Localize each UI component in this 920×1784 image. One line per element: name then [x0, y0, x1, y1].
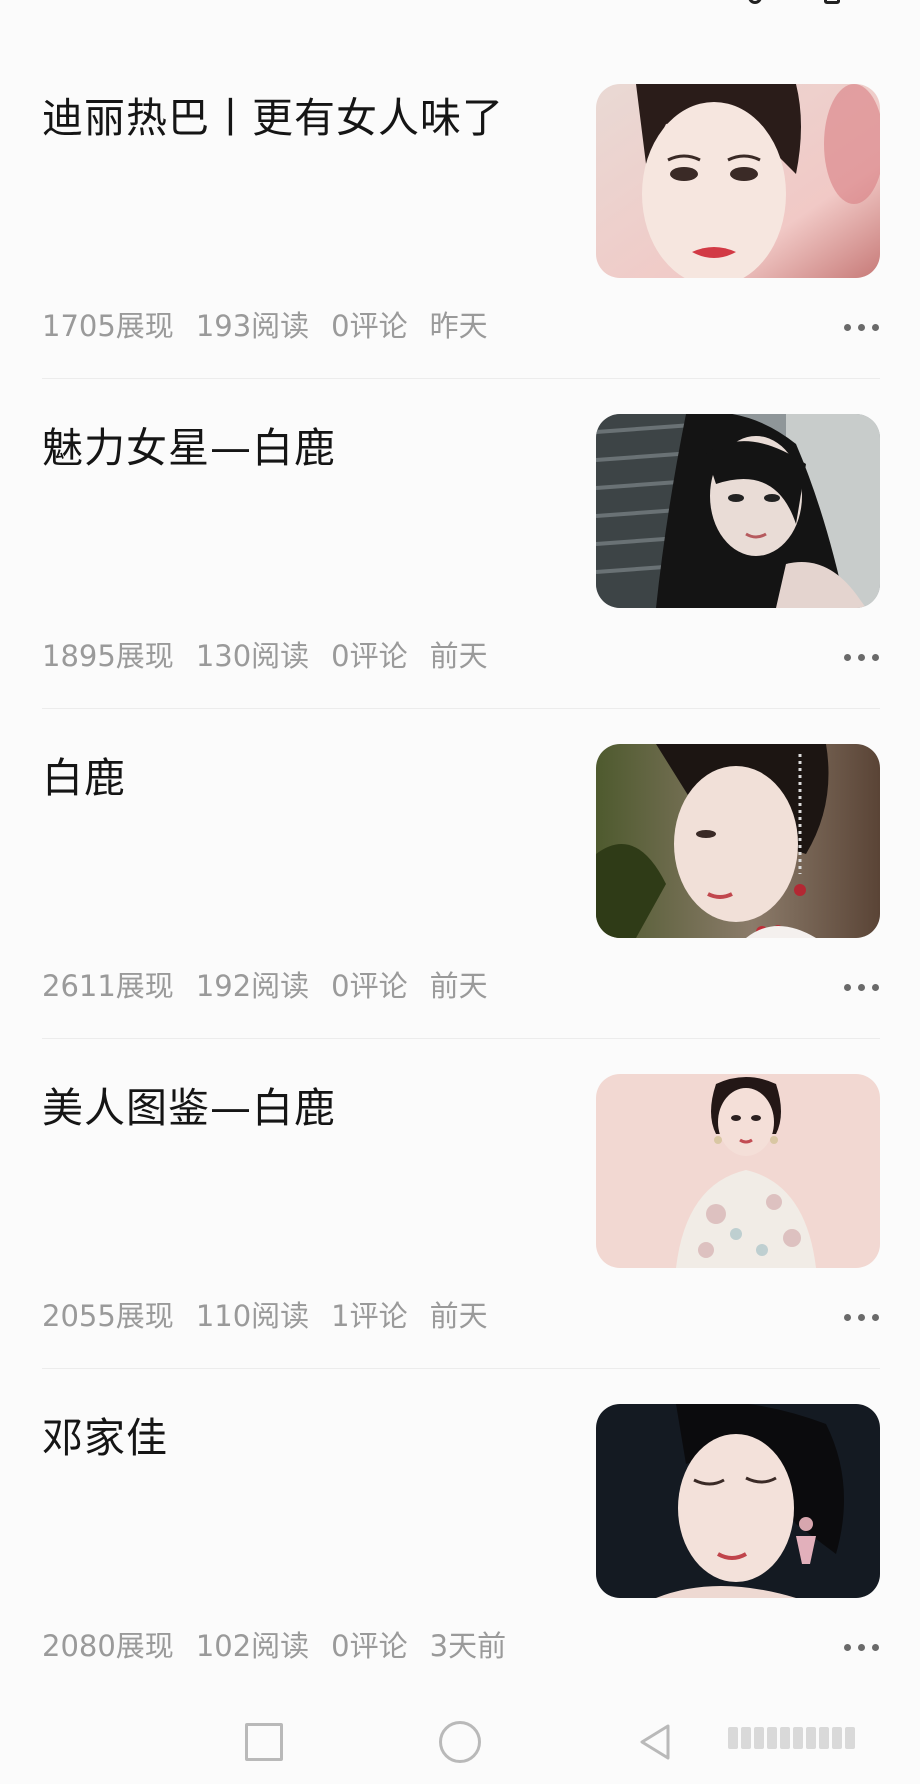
portrait-image [596, 84, 880, 278]
reads-count: 102阅读 [195, 1629, 310, 1663]
article-thumbnail[interactable] [596, 1074, 880, 1268]
article-stats: 1705展现 193阅读 0评论 昨天 [42, 306, 488, 346]
article-title[interactable]: 美人图鉴—白鹿 [42, 1084, 562, 1133]
article-thumbnail[interactable] [596, 1404, 880, 1598]
article-thumbnail[interactable] [596, 414, 880, 608]
square-icon[interactable] [236, 1714, 292, 1770]
reads-count: 110阅读 [195, 1299, 310, 1333]
comments-count: 1评论 [331, 1299, 408, 1333]
comments-count: 0评论 [331, 639, 408, 673]
watermark [728, 1722, 876, 1754]
status-bar-fragment [0, 0, 920, 20]
impressions-count: 1705展现 [42, 309, 174, 343]
divider [42, 1368, 880, 1369]
portrait-image [596, 1074, 880, 1268]
portrait-image [596, 744, 880, 938]
article-item[interactable]: 魅力女星—白鹿 1895展现 130阅读 0评论 前天 [0, 414, 920, 744]
reads-count: 130阅读 [195, 639, 310, 673]
more-dots-icon[interactable] [836, 640, 886, 674]
article-item[interactable]: 邓家佳 2080展现 102阅读 0评论 3天前 [0, 1404, 920, 1734]
impressions-count: 2080展现 [42, 1629, 174, 1663]
triangle-back-icon[interactable] [628, 1714, 684, 1770]
comments-count: 0评论 [331, 1629, 408, 1663]
article-title[interactable]: 白鹿 [42, 754, 562, 803]
article-stats: 2611展现 192阅读 0评论 前天 [42, 966, 488, 1006]
article-item[interactable]: 白鹿 2611展现 192阅读 0评论 前天 [0, 744, 920, 1074]
article-title[interactable]: 迪丽热巴丨更有女人味了 [42, 94, 562, 143]
menu-icon[interactable] [824, 0, 840, 4]
article-title[interactable]: 魅力女星—白鹿 [42, 424, 562, 473]
divider [42, 1038, 880, 1039]
divider [42, 708, 880, 709]
more-dots-icon[interactable] [836, 1630, 886, 1664]
publish-time: 3天前 [429, 1629, 507, 1663]
circle-icon[interactable] [432, 1714, 488, 1770]
more-dots-icon[interactable] [836, 1300, 886, 1334]
publish-time: 前天 [429, 1299, 488, 1333]
article-stats: 2055展现 110阅读 1评论 前天 [42, 1296, 488, 1336]
article-stats: 2080展现 102阅读 0评论 3天前 [42, 1626, 506, 1666]
reads-count: 192阅读 [195, 969, 310, 1003]
article-thumbnail[interactable] [596, 744, 880, 938]
divider [42, 378, 880, 379]
publish-time: 前天 [429, 969, 488, 1003]
comments-count: 0评论 [331, 969, 408, 1003]
article-title[interactable]: 邓家佳 [42, 1414, 562, 1463]
more-dots-icon[interactable] [836, 970, 886, 1004]
impressions-count: 2611展现 [42, 969, 174, 1003]
impressions-count: 1895展现 [42, 639, 174, 673]
publish-time: 昨天 [429, 309, 488, 343]
comments-count: 0评论 [331, 309, 408, 343]
article-item[interactable]: 迪丽热巴丨更有女人味了 1705展现 193阅读 0评论 昨天 [0, 84, 920, 414]
search-icon[interactable] [748, 0, 762, 4]
reads-count: 193阅读 [195, 309, 310, 343]
article-stats: 1895展现 130阅读 0评论 前天 [42, 636, 488, 676]
article-thumbnail[interactable] [596, 84, 880, 278]
article-item[interactable]: 美人图鉴—白鹿 2055展现 110阅读 1评论 前天 [0, 1074, 920, 1404]
portrait-image [596, 414, 880, 608]
impressions-count: 2055展现 [42, 1299, 174, 1333]
publish-time: 前天 [429, 639, 488, 673]
portrait-image [596, 1404, 880, 1598]
more-dots-icon[interactable] [836, 310, 886, 344]
